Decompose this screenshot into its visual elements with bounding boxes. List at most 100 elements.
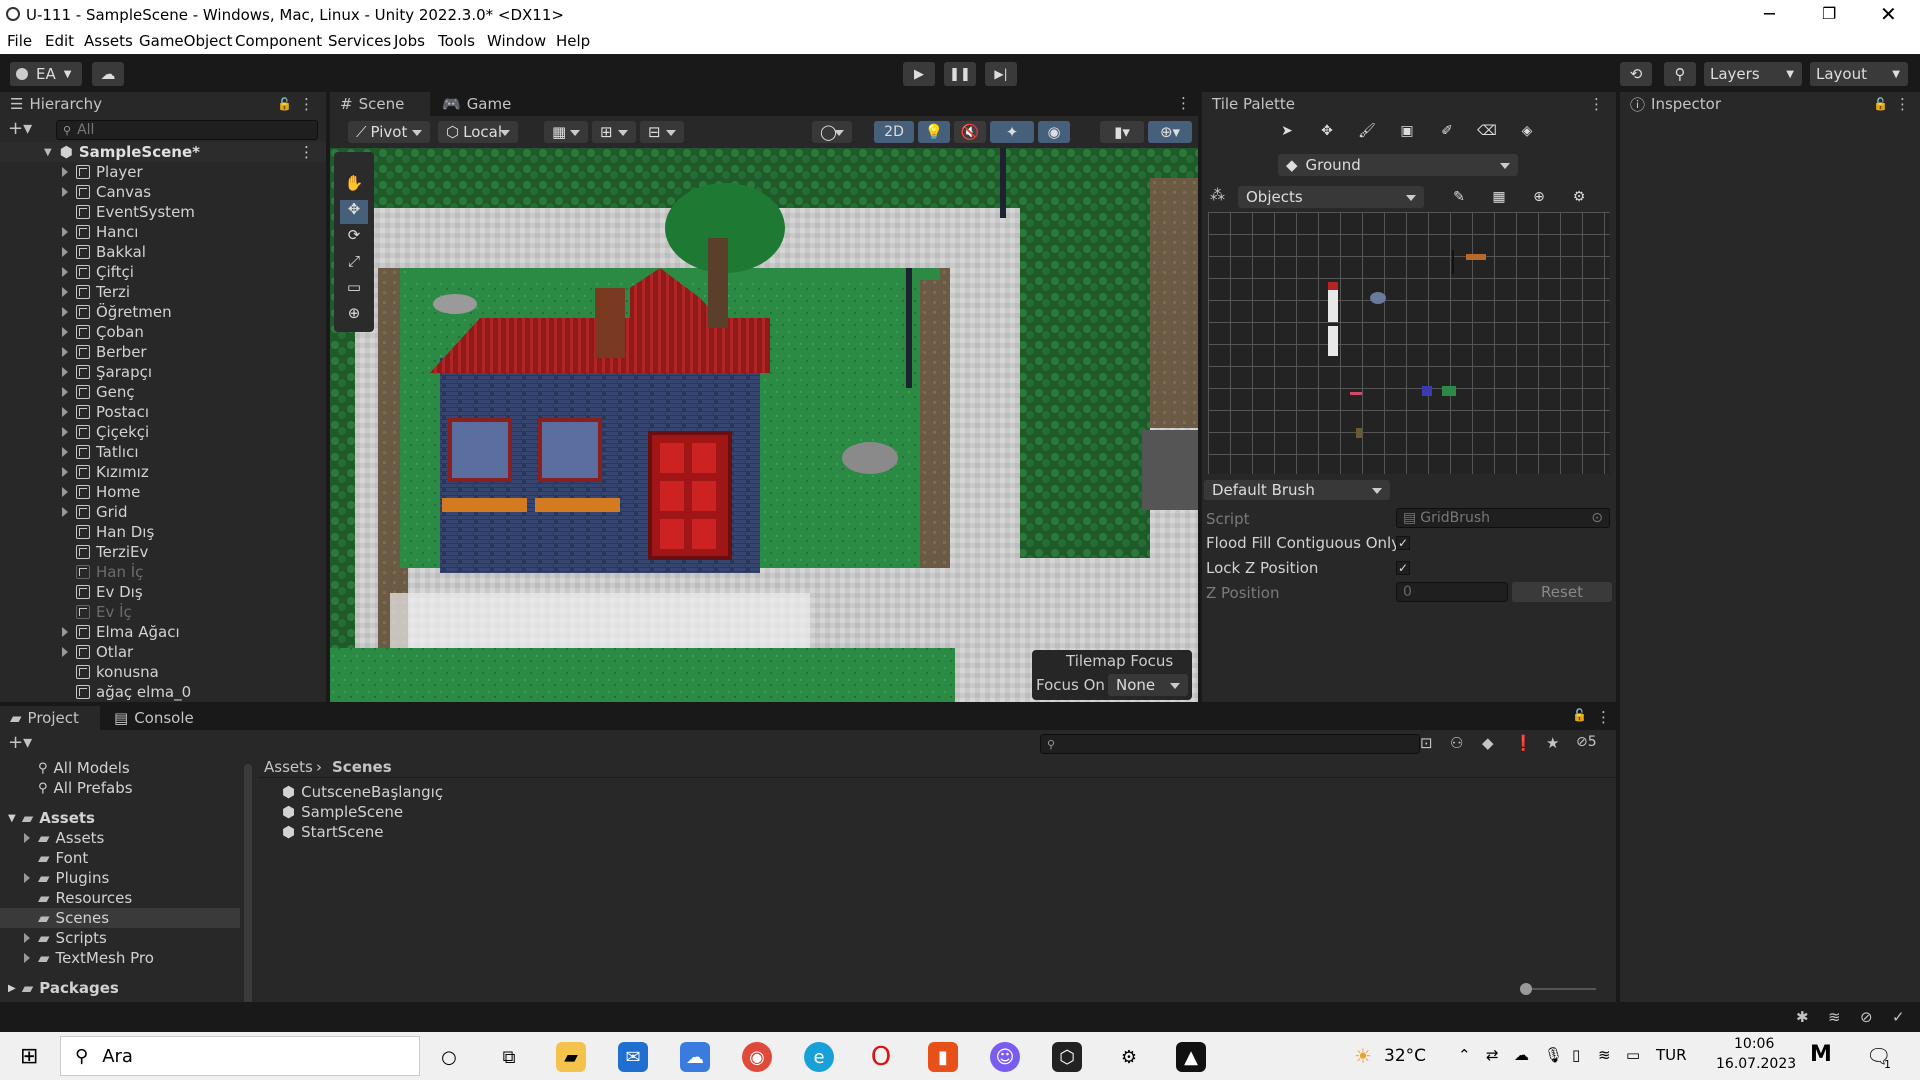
expand-arrow-icon[interactable] (62, 447, 68, 457)
move-tool-icon[interactable]: ✥ (340, 200, 368, 224)
no-connection-icon[interactable]: ⊘ (1860, 1008, 1873, 1026)
kebab-menu-icon[interactable]: ⋮ (1895, 95, 1910, 113)
reset-button[interactable]: Reset (1512, 582, 1612, 602)
gizmo-toggle-icon[interactable]: ⊕ (1526, 186, 1552, 208)
kebab-menu-icon[interactable]: ⋮ (299, 143, 314, 161)
palette-tile[interactable] (1422, 386, 1432, 396)
expand-arrow-icon[interactable] (62, 507, 68, 517)
menu-services[interactable]: Services (328, 32, 391, 50)
breadcrumb-assets[interactable]: Assets (264, 758, 313, 776)
pause-button[interactable]: ❚❚ (944, 62, 976, 86)
menu-assets[interactable]: Assets (84, 32, 133, 50)
minimize-icon[interactable]: ─ (1764, 4, 1775, 25)
scene-viewport[interactable]: ✋ ✥ ⟳ ⤢ ▭ ⊕ Tilemap Focus Focus On None (330, 148, 1198, 702)
opera-icon[interactable]: O (866, 1042, 896, 1072)
breadcrumb-scenes[interactable]: Scenes (332, 758, 392, 776)
palette-tile[interactable] (1328, 326, 1338, 356)
hierarchy-item[interactable]: Canvas (62, 182, 151, 202)
close-icon[interactable]: ✕ (1880, 2, 1897, 26)
kebab-menu-icon[interactable]: ⋮ (1176, 94, 1191, 112)
lock-icon[interactable]: 🔓 (1572, 708, 1587, 722)
type-filter-icon[interactable]: ⚇ (1450, 734, 1463, 752)
scene-root-row[interactable]: ▼ ⬢ SampleScene* ⋮ (0, 142, 326, 162)
hierarchy-item[interactable]: Bakkal (62, 242, 146, 262)
shading-dropdown[interactable]: ◯ (812, 121, 852, 143)
hierarchy-search-input[interactable]: ⚲ All (56, 120, 318, 140)
hierarchy-item[interactable]: Terzi (62, 282, 130, 302)
hierarchy-item[interactable]: Otlar (62, 642, 133, 662)
menu-edit[interactable]: Edit (45, 32, 74, 50)
gizmos-dropdown[interactable]: ⊕▾ (1148, 121, 1192, 143)
layout-dropdown[interactable]: Layout ▼ (1810, 62, 1908, 86)
hidden-packages-toggle[interactable]: ⊘5 (1576, 734, 1597, 750)
folder-tree-scrollbar[interactable] (244, 764, 252, 1004)
tab-project[interactable]: ▰ Project (0, 706, 100, 730)
paint-brush-icon[interactable]: 🖌 (1354, 120, 1380, 142)
windows-start-icon[interactable]: ⊞ (20, 1044, 38, 1069)
search-filter-icon[interactable]: ⊡ (1420, 734, 1433, 752)
box-fill-icon[interactable]: ▣ (1394, 120, 1420, 142)
search-button[interactable]: ⚲ (1664, 62, 1696, 86)
lock-icon[interactable]: 🔓 (1873, 97, 1888, 111)
menu-component[interactable]: Component (235, 32, 322, 50)
task-view-icon[interactable]: ⧉ (494, 1042, 524, 1072)
mode-2d-button[interactable]: 2D (874, 121, 914, 143)
chat-icon[interactable]: ☁ (680, 1042, 710, 1072)
move-tool-icon[interactable]: ✥ (1314, 120, 1340, 142)
create-asset-button[interactable]: +▾ (8, 732, 32, 753)
transform-tool-icon[interactable]: ⊕ (340, 304, 368, 328)
palette-tile[interactable] (1350, 392, 1362, 395)
network-transfer-icon[interactable]: ⇄ (1486, 1046, 1499, 1064)
eraser-icon[interactable]: ⌫ (1474, 120, 1500, 142)
scene-asset-item[interactable]: ⬢ StartScene (282, 822, 384, 842)
palette-tile[interactable] (1328, 282, 1338, 322)
hierarchy-item[interactable]: ağaç elma_0 (62, 682, 191, 702)
layers-dropdown[interactable]: Layers ▼ (1704, 62, 1802, 86)
expand-arrow-icon[interactable] (62, 287, 68, 297)
focus-on-dropdown[interactable]: None (1108, 674, 1188, 696)
hierarchy-item[interactable]: Han İç (62, 562, 143, 582)
edit-palette-icon[interactable]: ✎ (1446, 186, 1472, 208)
cloud-button[interactable]: ☁ (92, 62, 124, 86)
hierarchy-item[interactable]: Player (62, 162, 143, 182)
expand-arrow-icon[interactable] (62, 347, 68, 357)
hierarchy-item[interactable]: TerziEv (62, 542, 148, 562)
menu-gameobject[interactable]: GameObject (139, 32, 233, 50)
fill-bucket-icon[interactable]: ◈ (1514, 120, 1540, 142)
favorite-all-models[interactable]: ⚲ All Models (38, 758, 130, 778)
tab-tile-palette[interactable]: Tile Palette ⋮ (1202, 92, 1616, 116)
file-explorer-icon[interactable]: ▰ (556, 1042, 586, 1072)
expand-arrow-icon[interactable] (62, 387, 68, 397)
scale-tool-icon[interactable]: ⤢ (340, 252, 368, 276)
hierarchy-item[interactable]: Tatlıcı (62, 442, 139, 462)
expand-arrow-icon[interactable] (62, 227, 68, 237)
assets-root[interactable]: ▼ ▰ Assets (8, 808, 95, 828)
expand-arrow-icon[interactable] (24, 833, 30, 843)
project-folder[interactable]: ▰ Assets (0, 828, 240, 848)
battery-icon[interactable]: ▭ (1626, 1046, 1640, 1064)
expand-arrow-icon[interactable] (62, 647, 68, 657)
expand-arrow-icon[interactable] (62, 267, 68, 277)
audio-button[interactable]: 🔇 (954, 121, 986, 143)
menu-file[interactable]: File (7, 32, 32, 50)
cortana-icon[interactable]: ○ (434, 1042, 464, 1072)
zoom-slider[interactable] (1520, 983, 1596, 995)
hierarchy-item[interactable]: Çoban (62, 322, 144, 342)
step-button[interactable]: ▶| (985, 62, 1017, 86)
camera-dropdown[interactable]: ▮▾ (1100, 121, 1144, 143)
warning-filter-icon[interactable]: ❗ (1514, 734, 1533, 752)
expand-arrow-icon[interactable] (62, 427, 68, 437)
zoom-slider-handle[interactable] (1520, 983, 1532, 995)
play-button[interactable]: ▶ (903, 62, 935, 86)
office-icon[interactable]: ▮ (928, 1042, 958, 1072)
palette-tile[interactable] (1370, 292, 1386, 304)
chrome-icon[interactable]: ◉ (742, 1042, 772, 1072)
project-folder[interactable]: ▰ Resources (0, 888, 240, 908)
rect-tool-icon[interactable]: ▭ (340, 278, 368, 302)
device-icon[interactable]: ▯ (1572, 1046, 1580, 1064)
project-folder[interactable]: ▰ TextMesh Pro (0, 948, 240, 968)
hierarchy-item[interactable]: Genç (62, 382, 135, 402)
flood-fill-checkbox[interactable]: ✓ (1396, 536, 1410, 550)
kebab-menu-icon[interactable]: ⋮ (1596, 708, 1611, 726)
lock-z-checkbox[interactable]: ✓ (1396, 561, 1410, 575)
